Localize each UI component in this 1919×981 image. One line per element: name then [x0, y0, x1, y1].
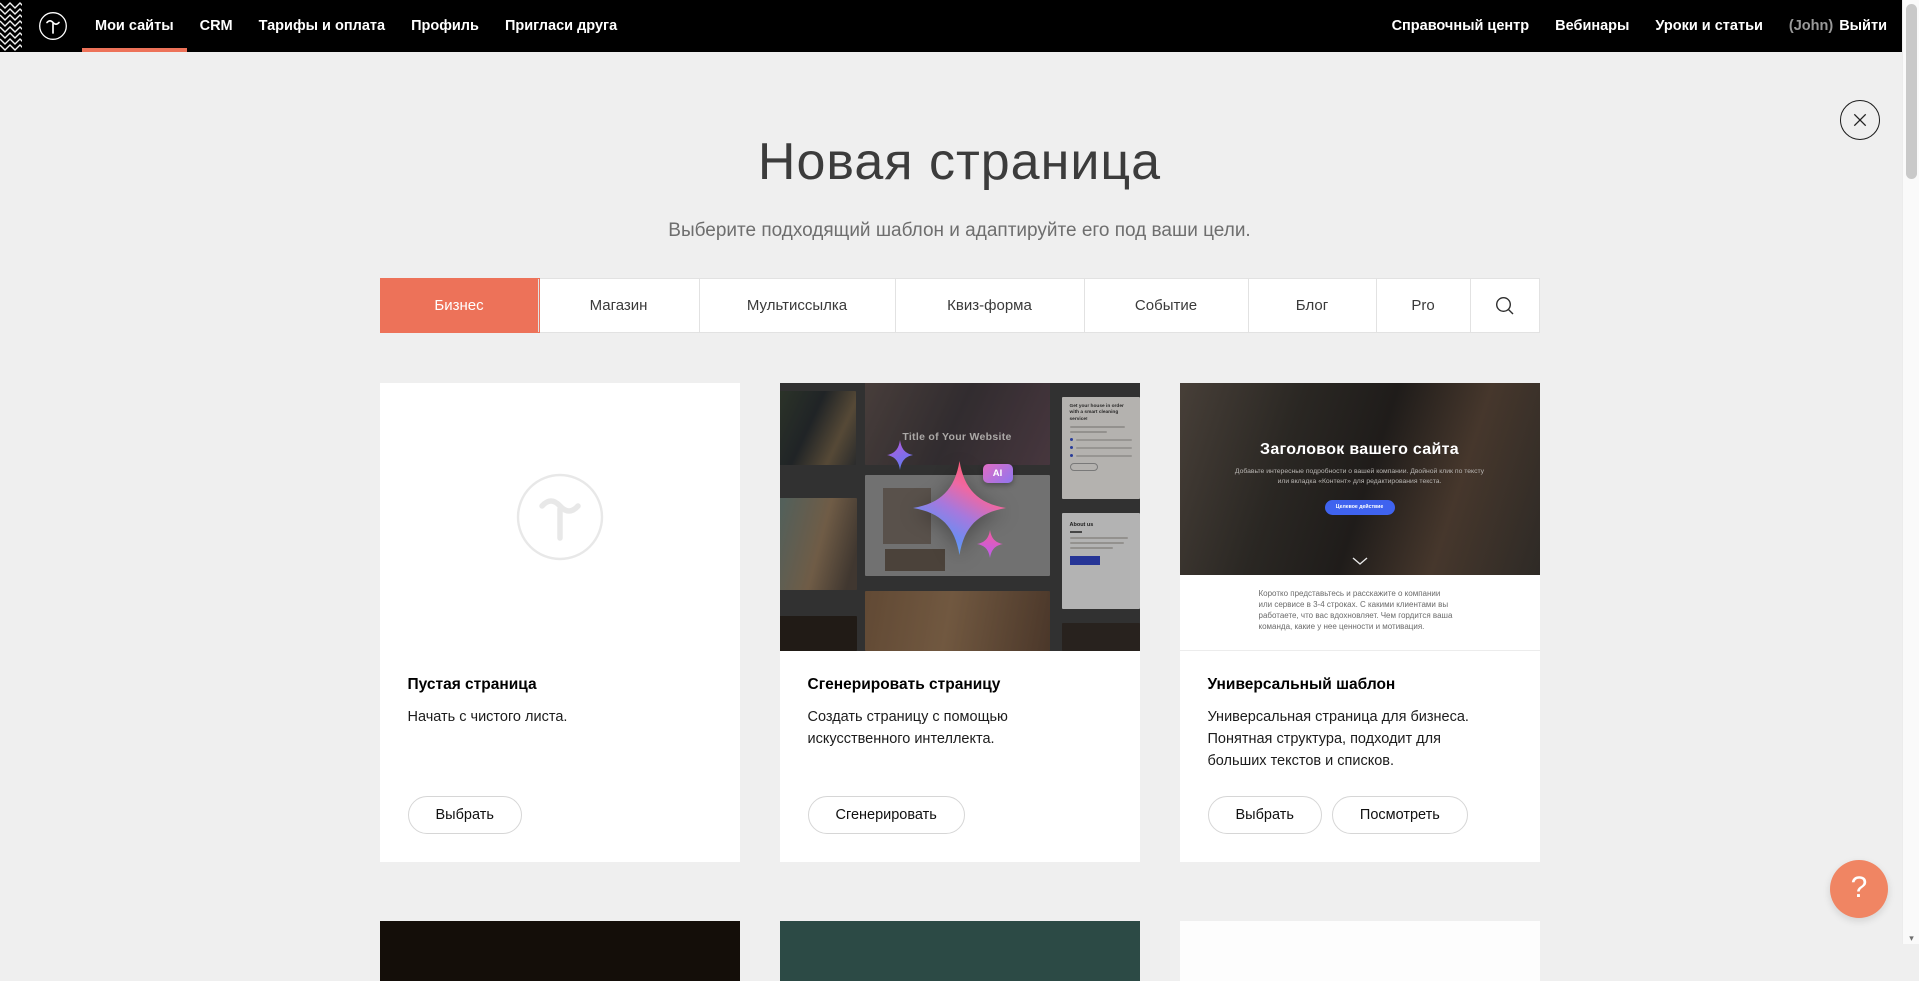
nav-item-webinars[interactable]: Вебинары: [1542, 18, 1642, 34]
template-cards-grid: Пустая страница Начать с чистого листа. …: [380, 383, 1540, 862]
template-body-text: Коротко представьтесь и расскажите о ком…: [1259, 589, 1455, 633]
search-icon: [1494, 295, 1516, 317]
close-button[interactable]: [1840, 100, 1880, 140]
user-name-label: (John): [1789, 18, 1833, 34]
nav-item-crm[interactable]: CRM: [187, 0, 246, 52]
tab-quiz-form[interactable]: Квиз-форма: [896, 279, 1085, 332]
sparkle-small-icon: [977, 530, 1003, 558]
card-description: Универсальная страница для бизнеса. Поня…: [1208, 707, 1488, 772]
template-cards-grid-row2: [380, 921, 1540, 981]
template-card-partial[interactable]: [780, 921, 1140, 981]
preview-universal-button[interactable]: Посмотреть: [1332, 796, 1468, 834]
nav-item-lessons-articles[interactable]: Уроки и статьи: [1642, 18, 1775, 34]
close-icon: [1841, 100, 1879, 140]
template-card-ai-generate: Title of Your Website Get your house in …: [780, 383, 1140, 862]
card-title: Пустая страница: [408, 676, 712, 694]
nav-item-help-center[interactable]: Справочный центр: [1379, 18, 1543, 34]
generate-button[interactable]: Сгенерировать: [808, 796, 965, 834]
template-category-tabs: Бизнес Магазин Мультиссылка Квиз-форма С…: [380, 278, 1540, 333]
card-description: Начать с чистого листа.: [408, 707, 688, 729]
zigzag-pattern-icon: [0, 0, 22, 52]
universal-template-preview[interactable]: Заголовок вашего сайта Добавьте интересн…: [1180, 383, 1540, 651]
nav-item-plans-payment[interactable]: Тарифы и оплата: [246, 0, 398, 52]
blank-page-preview[interactable]: [380, 383, 740, 651]
scrollbar[interactable]: ▾: [1902, 0, 1919, 944]
template-hero-title: Заголовок вашего сайта: [1260, 441, 1459, 459]
navbar-left-menu: Мои сайты CRM Тарифы и оплата Профиль Пр…: [82, 0, 630, 52]
tab-business[interactable]: Бизнес: [381, 279, 539, 332]
template-card-blank-page: Пустая страница Начать с чистого листа. …: [380, 383, 740, 862]
page-title: Новая страница: [0, 52, 1919, 188]
template-card-universal: Заголовок вашего сайта Добавьте интересн…: [1180, 383, 1540, 862]
tilda-logo-icon[interactable]: [38, 11, 68, 41]
logout-link[interactable]: Выйти: [1839, 18, 1887, 34]
top-navbar: Мои сайты CRM Тарифы и оплата Профиль Пр…: [0, 0, 1919, 52]
tab-multilink[interactable]: Мультиссылка: [700, 279, 896, 332]
ai-generate-preview[interactable]: Title of Your Website Get your house in …: [780, 383, 1140, 651]
card-title: Универсальный шаблон: [1208, 676, 1512, 694]
sparkle-small-icon: [887, 440, 913, 470]
template-cta-button: Целевое действие: [1325, 500, 1395, 515]
chevron-down-icon: [1352, 557, 1368, 565]
select-universal-button[interactable]: Выбрать: [1208, 796, 1322, 834]
navbar-right-menu: Справочный центр Вебинары Уроки и статьи…: [1379, 0, 1887, 52]
template-hero: Заголовок вашего сайта Добавьте интересн…: [1180, 383, 1540, 575]
tab-blog[interactable]: Блог: [1249, 279, 1377, 332]
tab-event[interactable]: Событие: [1085, 279, 1249, 332]
help-button[interactable]: ?: [1830, 860, 1888, 918]
card-title: Сгенерировать страницу: [808, 676, 1112, 694]
page-subtitle: Выберите подходящий шаблон и адаптируйте…: [0, 220, 1919, 242]
new-page-dialog: Новая страница Выберите подходящий шабло…: [0, 52, 1919, 981]
scrollbar-thumb[interactable]: [1906, 4, 1917, 179]
template-card-partial[interactable]: [380, 921, 740, 981]
nav-item-invite-friend[interactable]: Пригласи друга: [492, 0, 630, 52]
ai-badge: AI: [983, 464, 1013, 483]
template-hero-subtitle: Добавьте интересные подробности о вашей …: [1235, 467, 1485, 487]
search-tab[interactable]: [1471, 279, 1539, 332]
nav-item-my-sites[interactable]: Мои сайты: [82, 0, 187, 52]
tilda-watermark-icon: [515, 472, 605, 562]
scrollbar-down-arrow-icon[interactable]: ▾: [1903, 934, 1919, 943]
tab-store[interactable]: Магазин: [539, 279, 700, 332]
template-card-partial[interactable]: [1180, 921, 1540, 981]
select-blank-button[interactable]: Выбрать: [408, 796, 522, 834]
tab-pro[interactable]: Pro: [1377, 279, 1471, 332]
card-description: Создать страницу с помощью искусственног…: [808, 707, 1088, 751]
nav-item-profile[interactable]: Профиль: [398, 0, 492, 52]
